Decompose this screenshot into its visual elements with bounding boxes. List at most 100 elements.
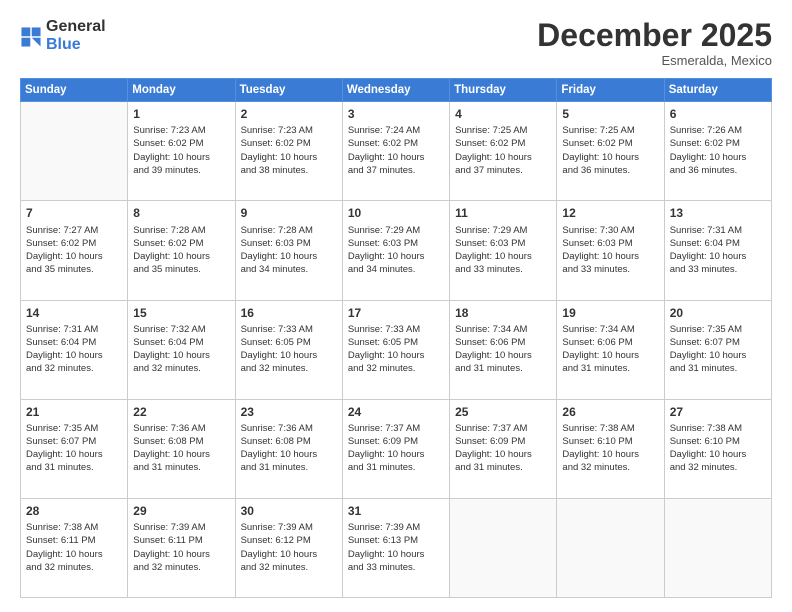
day-info: Sunrise: 7:35 AMSunset: 6:07 PMDaylight:… [26,422,122,474]
day-info: Sunrise: 7:38 AMSunset: 6:11 PMDaylight:… [26,521,122,573]
calendar-cell: 8Sunrise: 7:28 AMSunset: 6:02 PMDaylight… [128,201,235,300]
day-number: 23 [241,404,337,420]
day-info: Sunrise: 7:34 AMSunset: 6:06 PMDaylight:… [562,323,658,375]
day-number: 17 [348,305,444,321]
calendar-cell: 11 Sunrise: 7:29 AMSunset: 6:03 PMDayligh… [450,201,557,300]
day-number: 29 [133,503,229,519]
calendar-cell: 1 Sunrise: 7:23 AMSunset: 6:02 PMDaylight… [128,102,235,201]
logo-general: General [46,18,106,36]
day-number: 25 [455,404,551,420]
col-header-wednesday: Wednesday [342,79,449,102]
calendar-cell [450,499,557,598]
day-number: 6 [670,106,766,122]
day-info: Sunrise: 7:23 AMSunset: 6:02 PMDaylight:… [133,124,229,176]
calendar-cell: 17 Sunrise: 7:33 AMSunset: 6:05 PMDayligh… [342,300,449,399]
calendar-cell: 30 Sunrise: 7:39 AMSunset: 6:12 PMDayligh… [235,499,342,598]
day-number: 30 [241,503,337,519]
day-number: 24 [348,404,444,420]
day-number: 20 [670,305,766,321]
day-info: Sunrise: 7:36 AMSunset: 6:08 PMDaylight:… [133,422,229,474]
calendar-cell: 10 Sunrise: 7:29 AMSunset: 6:03 PMDayligh… [342,201,449,300]
col-header-friday: Friday [557,79,664,102]
day-info: Sunrise: 7:32 AMSunset: 6:04 PMDaylight:… [133,323,229,375]
col-header-monday: Monday [128,79,235,102]
day-info: Sunrise: 7:33 AMSunset: 6:05 PMDaylight:… [241,323,337,375]
calendar-cell: 9 Sunrise: 7:28 AMSunset: 6:03 PMDaylight… [235,201,342,300]
header: General Blue December 2025 Esmeralda, Me… [20,18,772,68]
calendar-cell: 16Sunrise: 7:33 AMSunset: 6:05 PMDayligh… [235,300,342,399]
calendar-cell: 18 Sunrise: 7:34 AMSunset: 6:06 PMDayligh… [450,300,557,399]
day-info: Sunrise: 7:29 AMSunset: 6:03 PMDaylight:… [348,224,444,276]
day-number: 27 [670,404,766,420]
day-info: Sunrise: 7:39 AMSunset: 6:12 PMDaylight:… [241,521,337,573]
day-number: 7 [26,205,122,221]
day-number: 1 [133,106,229,122]
day-info: Sunrise: 7:29 AMSunset: 6:03 PMDaylight:… [455,224,551,276]
calendar-cell: 24 Sunrise: 7:37 AMSunset: 6:09 PMDayligh… [342,399,449,498]
day-number: 28 [26,503,122,519]
col-header-thursday: Thursday [450,79,557,102]
day-info: Sunrise: 7:34 AMSunset: 6:06 PMDaylight:… [455,323,551,375]
calendar-cell: 3Sunrise: 7:24 AMSunset: 6:02 PMDaylight… [342,102,449,201]
day-number: 26 [562,404,658,420]
day-number: 8 [133,205,229,221]
calendar-cell: 21 Sunrise: 7:35 AMSunset: 6:07 PMDayligh… [21,399,128,498]
day-number: 9 [241,205,337,221]
calendar-cell: 22 Sunrise: 7:36 AMSunset: 6:08 PMDayligh… [128,399,235,498]
day-number: 2 [241,106,337,122]
calendar-cell: 6 Sunrise: 7:26 AMSunset: 6:02 PMDaylight… [664,102,771,201]
calendar-cell: 23 Sunrise: 7:36 AMSunset: 6:08 PMDayligh… [235,399,342,498]
day-number: 3 [348,106,444,122]
day-info: Sunrise: 7:30 AMSunset: 6:03 PMDaylight:… [562,224,658,276]
day-number: 15 [133,305,229,321]
day-number: 12 [562,205,658,221]
day-number: 31 [348,503,444,519]
calendar-cell: 5 Sunrise: 7:25 AMSunset: 6:02 PMDaylight… [557,102,664,201]
day-info: Sunrise: 7:37 AMSunset: 6:09 PMDaylight:… [348,422,444,474]
day-info: Sunrise: 7:33 AMSunset: 6:05 PMDaylight:… [348,323,444,375]
day-number: 14 [26,305,122,321]
location: Esmeralda, Mexico [537,53,772,68]
day-number: 22 [133,404,229,420]
calendar-cell: 13 Sunrise: 7:31 AMSunset: 6:04 PMDayligh… [664,201,771,300]
logo-blue: Blue [46,36,106,54]
day-info: Sunrise: 7:28 AMSunset: 6:03 PMDaylight:… [241,224,337,276]
calendar-cell: 20 Sunrise: 7:35 AMSunset: 6:07 PMDayligh… [664,300,771,399]
day-number: 19 [562,305,658,321]
day-info: Sunrise: 7:35 AMSunset: 6:07 PMDaylight:… [670,323,766,375]
day-info: Sunrise: 7:31 AMSunset: 6:04 PMDaylight:… [670,224,766,276]
day-number: 21 [26,404,122,420]
calendar-cell: 2 Sunrise: 7:23 AMSunset: 6:02 PMDaylight… [235,102,342,201]
day-info: Sunrise: 7:25 AMSunset: 6:02 PMDaylight:… [455,124,551,176]
day-number: 18 [455,305,551,321]
calendar-cell: 25 Sunrise: 7:37 AMSunset: 6:09 PMDayligh… [450,399,557,498]
calendar-cell: 29Sunrise: 7:39 AMSunset: 6:11 PMDayligh… [128,499,235,598]
calendar-cell [21,102,128,201]
calendar-cell: 27Sunrise: 7:38 AMSunset: 6:10 PMDayligh… [664,399,771,498]
calendar-cell: 26Sunrise: 7:38 AMSunset: 6:10 PMDayligh… [557,399,664,498]
day-number: 13 [670,205,766,221]
day-info: Sunrise: 7:36 AMSunset: 6:08 PMDaylight:… [241,422,337,474]
day-info: Sunrise: 7:37 AMSunset: 6:09 PMDaylight:… [455,422,551,474]
day-number: 5 [562,106,658,122]
day-info: Sunrise: 7:31 AMSunset: 6:04 PMDaylight:… [26,323,122,375]
calendar-cell: 15 Sunrise: 7:32 AMSunset: 6:04 PMDayligh… [128,300,235,399]
calendar-cell: 31Sunrise: 7:39 AMSunset: 6:13 PMDayligh… [342,499,449,598]
calendar-cell [664,499,771,598]
day-number: 11 [455,205,551,221]
month-title: December 2025 [537,18,772,53]
day-info: Sunrise: 7:26 AMSunset: 6:02 PMDaylight:… [670,124,766,176]
calendar-cell: 28 Sunrise: 7:38 AMSunset: 6:11 PMDayligh… [21,499,128,598]
col-header-saturday: Saturday [664,79,771,102]
logo-icon [20,26,42,48]
day-info: Sunrise: 7:27 AMSunset: 6:02 PMDaylight:… [26,224,122,276]
title-block: December 2025 Esmeralda, Mexico [537,18,772,68]
day-number: 10 [348,205,444,221]
col-header-sunday: Sunday [21,79,128,102]
calendar-cell: 7 Sunrise: 7:27 AMSunset: 6:02 PMDaylight… [21,201,128,300]
col-header-tuesday: Tuesday [235,79,342,102]
day-info: Sunrise: 7:23 AMSunset: 6:02 PMDaylight:… [241,124,337,176]
calendar-cell: 12 Sunrise: 7:30 AMSunset: 6:03 PMDayligh… [557,201,664,300]
day-number: 4 [455,106,551,122]
day-info: Sunrise: 7:25 AMSunset: 6:02 PMDaylight:… [562,124,658,176]
